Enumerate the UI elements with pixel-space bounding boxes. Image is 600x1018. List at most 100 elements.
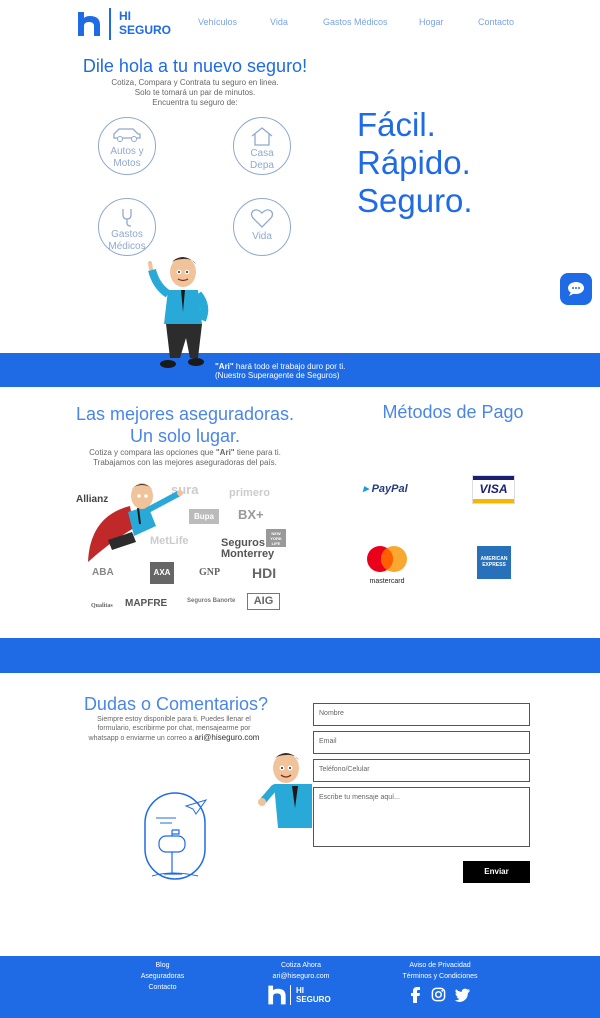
car-icon [113,128,141,142]
hero-title: Dile hola a tu nuevo seguro! [82,56,308,76]
footer-link-cotiza[interactable]: Cotiza Ahora [266,962,336,969]
nav-hogar[interactable]: Hogar [419,17,444,27]
contact-title: Dudas o Comentarios? [83,694,269,714]
insurers-desc-2: Trabajamos con las mejores aseguradoras … [93,458,277,467]
chat-button[interactable] [560,273,592,305]
slogan-line-3: Seguro. [357,182,473,219]
nav-vehiculos[interactable]: Vehículos [198,17,237,27]
house-icon [251,127,273,146]
logo-aba: ABA [92,567,114,578]
hero-sub-2: Solo te tomará un par de minutos. [134,88,256,97]
insurers-desc-ari: "Ari" [215,448,235,457]
footer-link-blog[interactable]: Blog [140,962,185,969]
option-gastos-medicos[interactable]: Gastos Médicos [98,198,156,256]
insurers-desc: Cotiza y compara las opciones que "Ari" … [55,448,315,468]
stethoscope-icon [122,209,132,227]
contact-desc-3: whatsapp o enviarme un correo a [88,735,195,742]
mastercard-logo: mastercard [363,545,411,585]
option-label: Vida [252,231,272,242]
option-casa[interactable]: Casa Depa [233,117,291,175]
logo-line-2: SEGURO [119,23,172,37]
mascot-ari-peeking-image [258,753,312,828]
nav-gastos-medicos[interactable]: Gastos Médicos [323,17,388,27]
footer-link-aseguradoras[interactable]: Aseguradoras [130,973,195,980]
contact-desc: Siempre estoy disponible para ti. Puedes… [74,715,274,743]
payments-title: Métodos de Pago [382,402,524,422]
logo-primero: primero [229,487,270,499]
footer-logo-line-1: HI [296,986,304,995]
paypal-logo: ▸ PayPal [363,482,408,495]
phone-field[interactable]: Teléfono/Celular [313,759,530,782]
option-label: Gastos [111,229,143,240]
facebook-icon[interactable] [408,987,422,1003]
logo-hdi: HDI [252,565,277,581]
contact-desc-1: Siempre estoy disponible para ti. Puedes… [97,716,251,723]
option-label: Motos [113,158,141,169]
mailbox-illustration [144,792,208,880]
logo-qualitas: Qualitas [91,603,113,609]
logo-line-1: HI [119,9,131,23]
hero-sub-3: Encuentra tu seguro de: [152,98,238,107]
insurers-desc-b: tiene para ti. [234,448,281,457]
hero-subtitle: Cotiza, Compara y Contrata tu seguro en … [60,78,330,108]
paypal-icon: ▸ [363,483,369,495]
name-field[interactable]: Nombre [313,703,530,726]
hero-sub-1: Cotiza, Compara y Contrata tu seguro en … [111,78,279,87]
logo-gnp: GNP [199,567,221,578]
option-label: Depa [250,160,274,171]
option-vida[interactable]: Vida [233,198,291,256]
insurers-title: Las mejores aseguradoras. Un solo lugar. [55,403,315,447]
contact-desc-2: formulario, escribirme por chat, mensaje… [97,725,251,732]
amex-label-2: EXPRESS [482,562,506,568]
logo-text[interactable]: HI SEGURO [119,9,171,37]
visa-logo: VISA [472,475,515,504]
logo-seguros-banorte: Seguros Banorte [187,598,236,604]
footer-link-email[interactable]: ari@hiseguro.com [266,973,336,980]
mid-band [0,638,600,673]
logo-bx: BX+ [238,507,264,522]
logo-seguros-monterrey: Seguros Monterrey [221,537,275,560]
heart-icon [250,209,274,228]
mascot-ari-image [148,257,209,368]
footer-link-terminos[interactable]: Términos y Condiciones [390,973,490,980]
slogan: Fácil. Rápido. Seguro. [357,106,473,220]
logo-divider [109,8,111,40]
brand-logo-icon[interactable] [75,10,103,38]
band-text-2: (Nuestro Superagente de Seguros) [215,371,340,380]
amex-logo: AMERICAN EXPRESS [477,546,511,579]
insurers-title-1: Las mejores aseguradoras. [75,404,295,424]
mastercard-label: mastercard [369,578,405,585]
send-button[interactable]: Enviar [463,861,530,883]
mastercard-icon [367,546,407,572]
band-text: "Ari" hará todo el trabajo duro por ti. … [215,362,345,380]
email-field[interactable]: Email [313,731,530,754]
contact-email-link[interactable]: ari@hiseguro.com [194,733,259,742]
footer-link-contacto[interactable]: Contacto [140,984,185,991]
message-field[interactable]: Escribe tu mensaje aquí... [313,787,530,847]
instagram-icon[interactable] [431,987,446,1002]
logo-mapfre: MAPFRE [125,598,168,609]
footer-logo-line-2: SEGURO [296,995,331,1004]
footer-logo-icon[interactable] [266,984,288,1006]
footer-logo-text: HI SEGURO [296,986,331,1004]
insurers-title-2: Un solo lugar. [129,426,241,446]
visa-label: VISA [479,482,508,496]
paypal-label: PayPal [371,483,408,495]
logo-bupa: Bupa [189,509,219,524]
footer: Blog Aseguradoras Contacto Cotiza Ahora … [0,956,600,1018]
mascot-ari-flying-image [88,483,183,562]
option-label: Casa [250,148,274,159]
nav-contacto[interactable]: Contacto [478,17,514,27]
chat-icon [568,282,584,296]
footer-logo-divider [290,985,291,1005]
logo-aig: AIG [247,593,280,610]
insurers-desc-a: Cotiza y compara las opciones que [89,448,216,457]
option-autos[interactable]: Autos y Motos [98,117,156,175]
twitter-icon[interactable] [454,988,470,1002]
footer-link-privacidad[interactable]: Aviso de Privacidad [390,962,490,969]
band-text-1: hará todo el trabajo duro por ti. [233,362,346,371]
nav-vida[interactable]: Vida [270,17,288,27]
option-label: Autos y [110,146,144,157]
slogan-line-1: Fácil. [357,106,436,143]
slogan-line-2: Rápido. [357,144,471,181]
